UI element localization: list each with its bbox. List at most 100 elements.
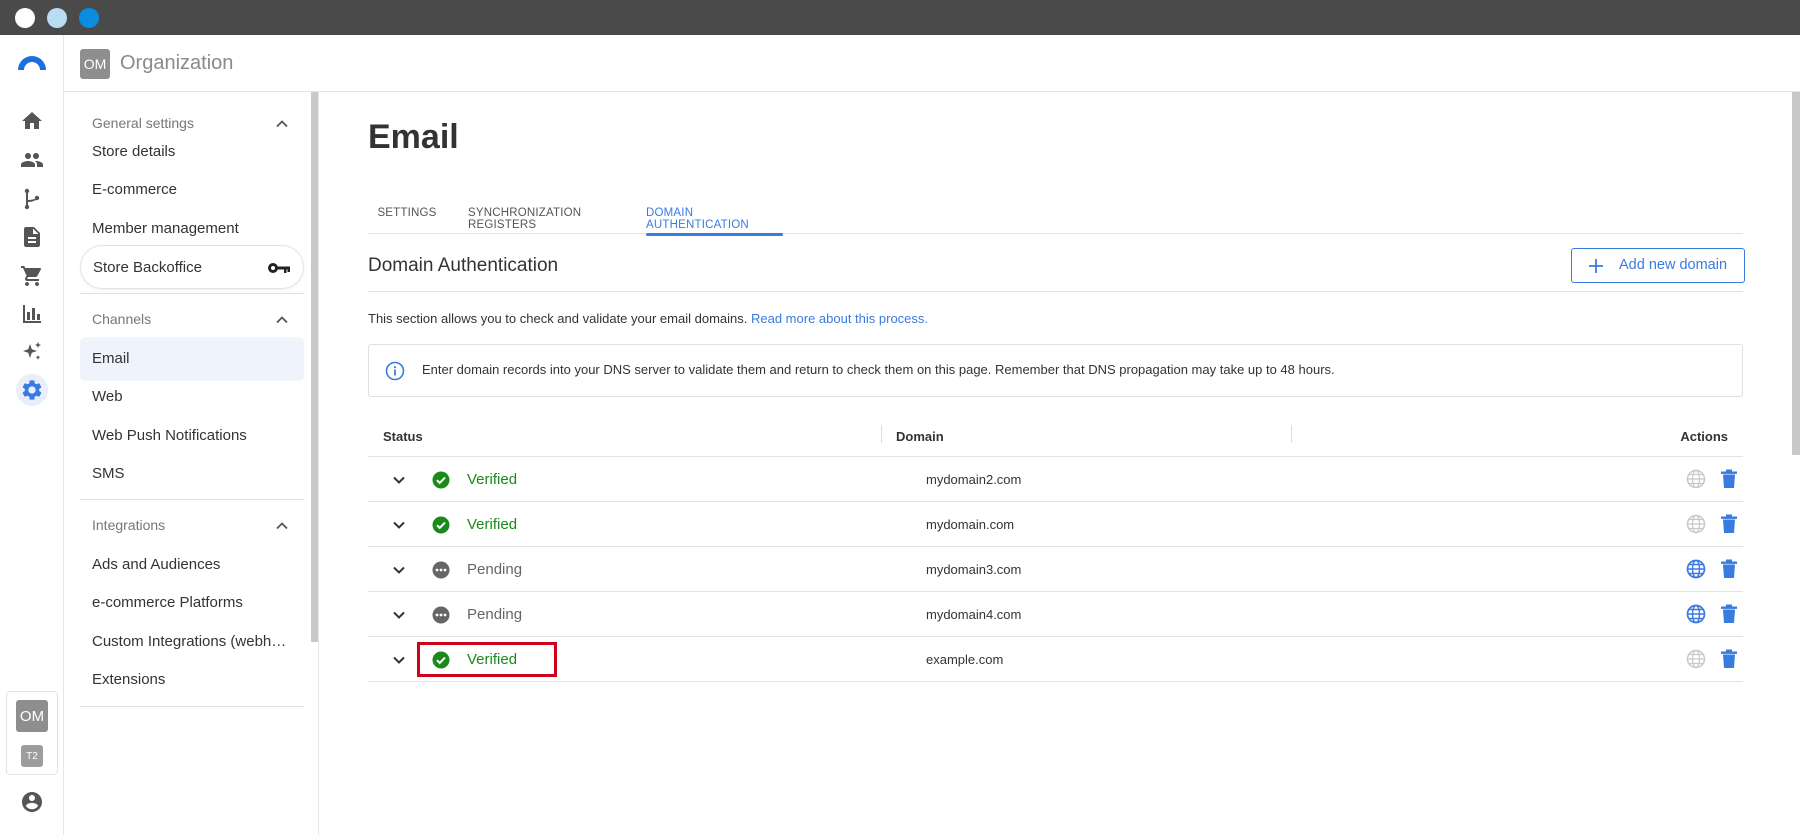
add-new-domain-label: Add new domain — [1619, 257, 1728, 273]
sidebar-item-label: Web Push Notifications — [92, 427, 247, 444]
sidebar-divider — [80, 293, 304, 294]
sidebar-item-label: Ads and Audiences — [92, 556, 221, 573]
document-icon[interactable] — [16, 221, 48, 253]
domain-name: mydomain4.com — [926, 607, 1022, 622]
brand-arc-logo[interactable] — [16, 55, 48, 71]
sidebar-item-label: e-commerce Platforms — [92, 594, 243, 611]
sidebar-scrollbar[interactable] — [311, 92, 318, 642]
dns-info-box: Enter domain records into your DNS serve… — [368, 344, 1743, 397]
sidebar-item-label: Email — [92, 350, 130, 367]
status-label: Verified — [467, 516, 518, 533]
main-scrollbar[interactable] — [1792, 92, 1800, 455]
globe-verify-icon[interactable] — [1686, 649, 1706, 669]
chevron-up-icon[interactable] — [274, 312, 290, 328]
section-label: Integrations — [92, 517, 166, 533]
chevron-up-icon[interactable] — [274, 518, 290, 534]
settings-sidebar: General settings Store details E-commerc… — [64, 92, 319, 835]
add-new-domain-button[interactable]: Add new domain — [1571, 248, 1745, 283]
table-row: Pending mydomain3.com — [368, 547, 1743, 592]
column-header-domain[interactable]: Domain — [896, 429, 944, 444]
plus-icon — [1589, 259, 1603, 273]
window-minimize-button[interactable] — [47, 8, 67, 28]
trash-icon[interactable] — [1720, 649, 1738, 669]
tenant-badge[interactable]: T2 — [21, 745, 43, 767]
status-cell: Pending — [417, 552, 557, 587]
chevron-down-icon[interactable] — [390, 516, 408, 534]
tab-domain-authentication[interactable]: DOMAIN AUTHENTICATION — [646, 194, 783, 236]
workspace-switcher[interactable]: OM T2 — [6, 691, 58, 775]
home-icon[interactable] — [16, 105, 48, 137]
globe-verify-icon[interactable] — [1686, 469, 1706, 489]
trash-icon[interactable] — [1720, 514, 1738, 534]
tab-bar: SETTINGS SYNCHRONIZATION REGISTERS DOMAI… — [368, 194, 1743, 236]
check-circle-icon — [432, 471, 450, 489]
org-badge[interactable]: OM — [80, 49, 110, 79]
sidebar-item-store-backoffice[interactable]: Store Backoffice — [80, 245, 304, 289]
page-title: Email — [368, 118, 459, 156]
sidebar-item-extensions[interactable]: Extensions — [80, 658, 304, 702]
check-circle-icon — [432, 651, 450, 669]
window-close-button[interactable] — [15, 8, 35, 28]
section-label: General settings — [92, 115, 194, 131]
section-description: This section allows you to check and val… — [368, 311, 928, 326]
flow-icon[interactable] — [16, 183, 48, 215]
globe-verify-icon[interactable] — [1686, 514, 1706, 534]
globe-verify-icon[interactable] — [1686, 604, 1706, 624]
cart-icon[interactable] — [16, 260, 48, 292]
section-title: Domain Authentication — [368, 255, 559, 276]
more-circle-icon — [432, 561, 450, 579]
column-separator[interactable] — [881, 425, 882, 443]
chevron-down-icon[interactable] — [390, 471, 408, 489]
top-bar: OM Organization — [64, 35, 1800, 92]
main-content: Email SETTINGS SYNCHRONIZATION REGISTERS… — [319, 92, 1800, 835]
section-integrations[interactable]: Integrations — [80, 504, 304, 548]
sparkle-icon[interactable] — [16, 336, 48, 368]
domain-name: mydomain.com — [926, 517, 1015, 532]
table-header: Status Domain Actions — [368, 415, 1743, 457]
domain-name: example.com — [926, 652, 1004, 667]
chevron-down-icon[interactable] — [390, 561, 408, 579]
read-more-link[interactable]: Read more about this process. — [751, 311, 928, 326]
chevron-down-icon[interactable] — [390, 651, 408, 669]
tab-settings[interactable]: SETTINGS — [368, 194, 446, 234]
section-channels[interactable]: Channels — [80, 298, 304, 342]
gear-icon[interactable] — [16, 374, 48, 406]
check-circle-icon — [432, 516, 450, 534]
key-icon — [268, 263, 290, 273]
status-label: Verified — [467, 471, 518, 488]
sidebar-item-label: E-commerce — [92, 181, 178, 198]
window-titlebar — [0, 0, 1800, 35]
section-divider — [368, 291, 1743, 292]
bar-chart-icon[interactable] — [16, 298, 48, 330]
trash-icon[interactable] — [1720, 604, 1738, 624]
trash-icon[interactable] — [1720, 469, 1738, 489]
status-label: Pending — [467, 606, 523, 623]
status-cell: Pending — [417, 597, 557, 632]
status-label: Pending — [467, 561, 523, 578]
status-cell: Verified — [417, 462, 557, 497]
sidebar-item-ecommerce-platforms[interactable]: e-commerce Platforms — [80, 581, 304, 625]
trash-icon[interactable] — [1720, 559, 1738, 579]
globe-verify-icon[interactable] — [1686, 559, 1706, 579]
table-row: Verified mydomain.com — [368, 502, 1743, 547]
sidebar-item-sms[interactable]: SMS — [80, 452, 304, 496]
column-separator[interactable] — [1291, 425, 1292, 443]
account-circle-icon[interactable] — [16, 786, 48, 818]
sidebar-item-web[interactable]: Web — [80, 375, 304, 419]
sidebar-divider — [80, 499, 304, 500]
sidebar-item-label: Custom Integrations (webhooks) — [92, 633, 292, 650]
domain-name: mydomain3.com — [926, 562, 1022, 577]
user-badge[interactable]: OM — [16, 700, 48, 732]
column-header-actions: Actions — [1680, 429, 1728, 444]
people-icon[interactable] — [16, 144, 48, 176]
sidebar-item-e-commerce[interactable]: E-commerce — [80, 168, 304, 212]
tab-synchronization-registers[interactable]: SYNCHRONIZATION REGISTERS — [468, 194, 623, 234]
chevron-down-icon[interactable] — [390, 606, 408, 624]
window-maximize-button[interactable] — [79, 8, 99, 28]
org-name[interactable]: Organization — [120, 52, 233, 75]
status-cell-highlighted: Verified — [417, 642, 557, 677]
column-header-status[interactable]: Status — [383, 429, 423, 444]
info-text: Enter domain records into your DNS serve… — [422, 362, 1335, 377]
description-text: This section allows you to check and val… — [368, 311, 748, 326]
status-cell: Verified — [417, 507, 557, 542]
